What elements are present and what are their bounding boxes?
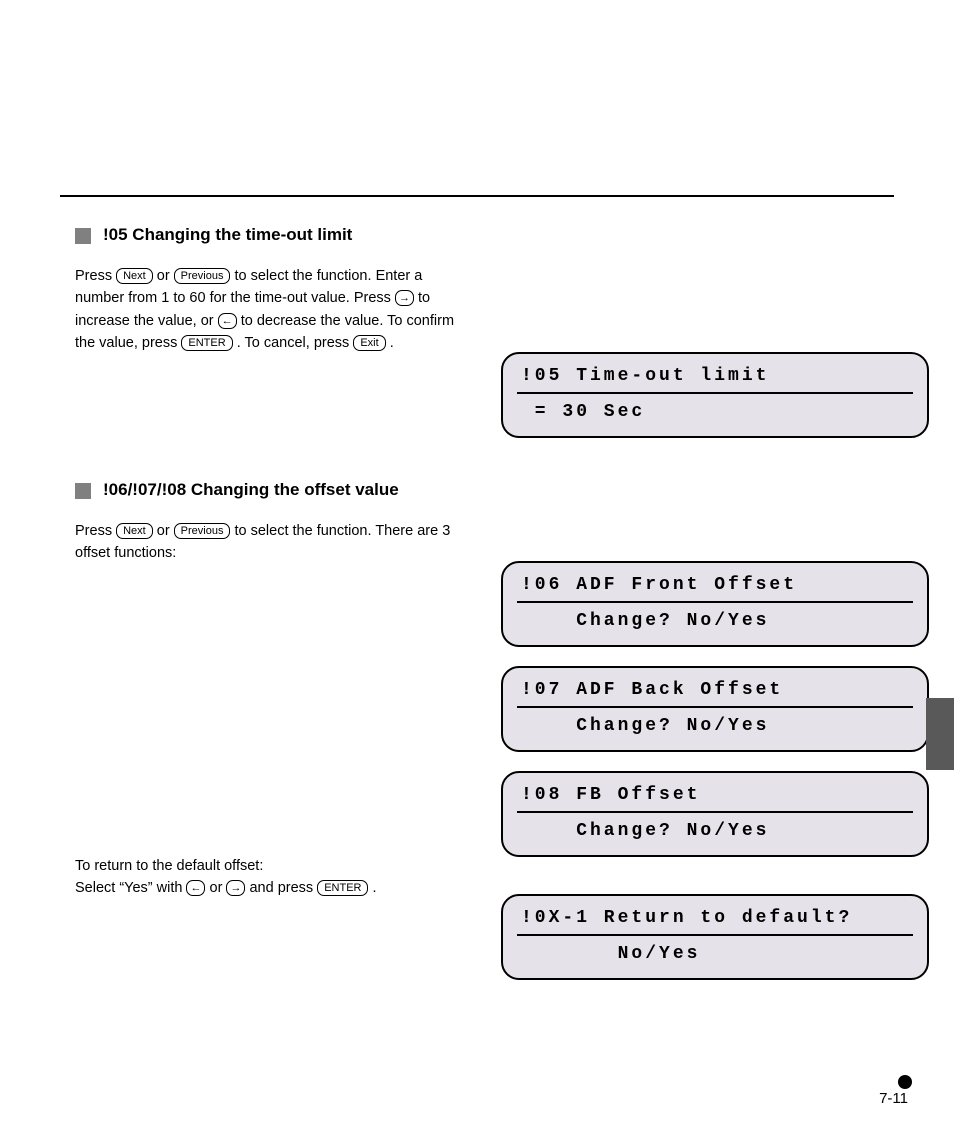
lcd-line: Change? No/Yes — [517, 811, 913, 847]
lcd-line: = 30 Sec — [517, 392, 913, 428]
lcd-display-return-default: !0X-1 Return to default? No/Yes — [501, 894, 929, 980]
text: . To cancel, press — [237, 335, 354, 351]
section-title: !05 Changing the time-out limit — [103, 225, 352, 245]
previous-key-icon: Previous — [174, 523, 231, 539]
text: to select the function. — [235, 268, 372, 284]
exit-key-icon: Exit — [353, 335, 385, 351]
right-arrow-key-icon: → — [226, 880, 245, 896]
header-rule — [60, 195, 894, 197]
previous-key-icon: Previous — [174, 268, 231, 284]
text: or — [157, 523, 174, 539]
text: Select “Yes” with — [75, 880, 186, 896]
text: . — [390, 335, 394, 351]
section-body: Press Next or Previous to select the fun… — [75, 520, 455, 565]
footer — [898, 1075, 912, 1089]
page: !05 Changing the time-out limit Press Ne… — [0, 0, 954, 1147]
next-key-icon: Next — [116, 523, 153, 539]
text: . — [373, 880, 377, 896]
return-default-instruction: To return to the default offset: Select … — [75, 855, 455, 900]
lcd-display-fb-offset: !08 FB Offset Change? No/Yes — [501, 771, 929, 857]
next-key-icon: Next — [116, 268, 153, 284]
text: and press — [249, 880, 317, 896]
section-marker-icon — [75, 228, 91, 244]
enter-key-icon: ENTER — [317, 880, 368, 896]
page-number: 7-11 — [879, 1090, 908, 1107]
right-arrow-key-icon: → — [395, 290, 414, 306]
lcd-line: !08 FB Offset — [517, 783, 913, 811]
section-marker-icon — [75, 483, 91, 499]
text: or — [210, 880, 227, 896]
section-body: Press Next or Previous to select the fun… — [75, 265, 455, 355]
lcd-line: No/Yes — [517, 934, 913, 970]
lcd-display-timeout: !05 Time-out limit = 30 Sec — [501, 352, 929, 438]
text: Press — [75, 268, 116, 284]
lcd-display-adf-front: !06 ADF Front Offset Change? No/Yes — [501, 561, 929, 647]
text: To return to the default offset: — [75, 858, 263, 874]
bullet-icon — [898, 1075, 912, 1089]
lcd-line: !06 ADF Front Offset — [517, 573, 913, 601]
text: or — [157, 268, 174, 284]
text: to select the function. — [235, 523, 372, 539]
lcd-line: !07 ADF Back Offset — [517, 678, 913, 706]
lcd-line: Change? No/Yes — [517, 706, 913, 742]
section-heading: !05 Changing the time-out limit — [75, 225, 894, 245]
lcd-display-adf-back: !07 ADF Back Offset Change? No/Yes — [501, 666, 929, 752]
section-timeout: !05 Changing the time-out limit Press Ne… — [75, 225, 894, 355]
left-arrow-key-icon: ← — [186, 880, 205, 896]
section-title: !06/!07/!08 Changing the offset value — [103, 480, 399, 500]
text: Press — [75, 523, 116, 539]
enter-key-icon: ENTER — [181, 335, 232, 351]
lcd-line: !05 Time-out limit — [517, 364, 913, 392]
lcd-line: Change? No/Yes — [517, 601, 913, 637]
chapter-tab — [926, 698, 954, 770]
section-heading: !06/!07/!08 Changing the offset value — [75, 480, 894, 500]
lcd-line: !0X-1 Return to default? — [517, 906, 913, 934]
left-arrow-key-icon: ← — [218, 313, 237, 329]
